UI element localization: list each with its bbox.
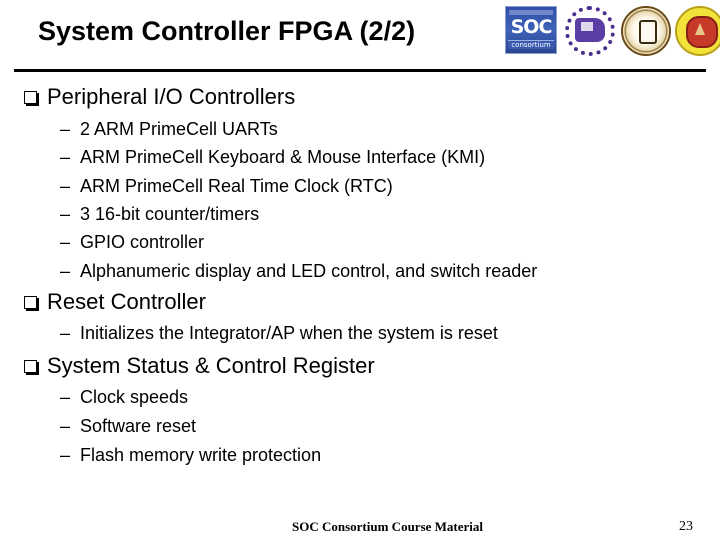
checkbox-bullet-icon bbox=[24, 360, 37, 373]
gold-university-seal-icon bbox=[621, 6, 671, 56]
checkbox-bullet-icon bbox=[24, 296, 37, 309]
list-item-text: Clock speeds bbox=[80, 387, 189, 407]
title-divider bbox=[14, 69, 706, 72]
section-heading-reset-controller: Reset Controller bbox=[24, 289, 206, 315]
yellow-red-university-seal-icon bbox=[675, 6, 720, 56]
dash-bullet-icon: – bbox=[60, 232, 71, 252]
dash-bullet-icon: – bbox=[60, 119, 71, 139]
slide: System Controller FPGA (2/2) SOC consort… bbox=[0, 0, 720, 540]
section-heading-text: Peripheral I/O Controllers bbox=[47, 84, 296, 109]
soc-consortium-logo: SOC consortium bbox=[505, 6, 557, 54]
list-item-text: GPIO controller bbox=[80, 232, 205, 252]
list-item-text: Software reset bbox=[80, 416, 197, 436]
slide-footer: SOC Consortium Course Material bbox=[292, 519, 484, 534]
list-item-text: ARM PrimeCell Real Time Clock (RTC) bbox=[80, 176, 393, 196]
list-item-text: ARM PrimeCell Keyboard & Mouse Interface… bbox=[80, 147, 486, 167]
list-item-text: Flash memory write protection bbox=[80, 445, 322, 465]
page-number: 23 bbox=[679, 519, 693, 534]
section-heading-peripheral-io: Peripheral I/O Controllers bbox=[24, 84, 295, 110]
dash-bullet-icon: – bbox=[60, 445, 71, 465]
soc-logo-subtext: consortium bbox=[508, 40, 554, 49]
dash-bullet-icon: – bbox=[60, 204, 71, 224]
section-heading-text: Reset Controller bbox=[47, 289, 206, 314]
list-item-text: 3 16-bit counter/timers bbox=[80, 204, 260, 224]
section-heading-system-status: System Status & Control Register bbox=[24, 353, 375, 379]
list-item-text: Alphanumeric display and LED control, an… bbox=[80, 261, 538, 281]
checkbox-bullet-icon bbox=[24, 91, 37, 104]
slide-title: System Controller FPGA (2/2) bbox=[38, 16, 416, 46]
dash-bullet-icon: – bbox=[60, 147, 71, 167]
soc-logo-text: SOC bbox=[510, 16, 553, 38]
dash-bullet-icon: – bbox=[60, 416, 71, 436]
soc-logo-band bbox=[509, 10, 553, 15]
list-item-text: Initializes the Integrator/AP when the s… bbox=[80, 323, 498, 343]
dash-bullet-icon: – bbox=[60, 176, 71, 196]
dash-bullet-icon: – bbox=[60, 323, 71, 343]
list-item-text: 2 ARM PrimeCell UARTs bbox=[80, 119, 278, 139]
purple-university-seal-icon bbox=[565, 6, 615, 56]
dash-bullet-icon: – bbox=[60, 261, 71, 281]
dash-bullet-icon: – bbox=[60, 387, 71, 407]
section-heading-text: System Status & Control Register bbox=[47, 353, 375, 378]
